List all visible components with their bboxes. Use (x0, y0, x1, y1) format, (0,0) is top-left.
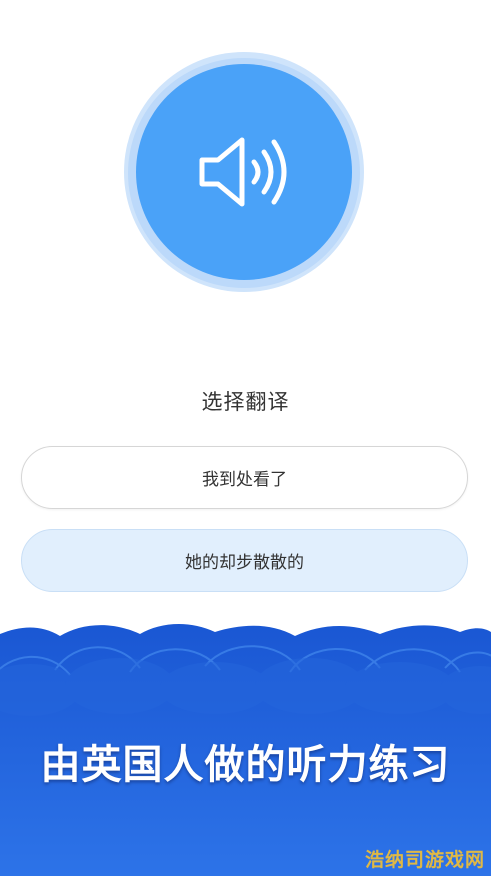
answer-option-2[interactable]: 她的却步散散的 (21, 529, 468, 592)
answer-option-1[interactable]: 我到处看了 (21, 446, 468, 509)
answer-option-label: 她的却步散散的 (185, 553, 304, 573)
banner-headline: 由英国人做的听力练习 (40, 742, 451, 788)
answer-option-label: 我到处看了 (202, 470, 287, 490)
promo-banner: 由英国人做的听力练习 浩纳司游戏网 (0, 620, 491, 876)
speaker-wrap (124, 52, 364, 292)
watermark: 浩纳司游戏网 (364, 849, 485, 871)
speaker-volume-icon (199, 137, 287, 207)
question-prompt: 选择翻译 (201, 390, 290, 414)
play-audio-button[interactable] (136, 64, 352, 280)
